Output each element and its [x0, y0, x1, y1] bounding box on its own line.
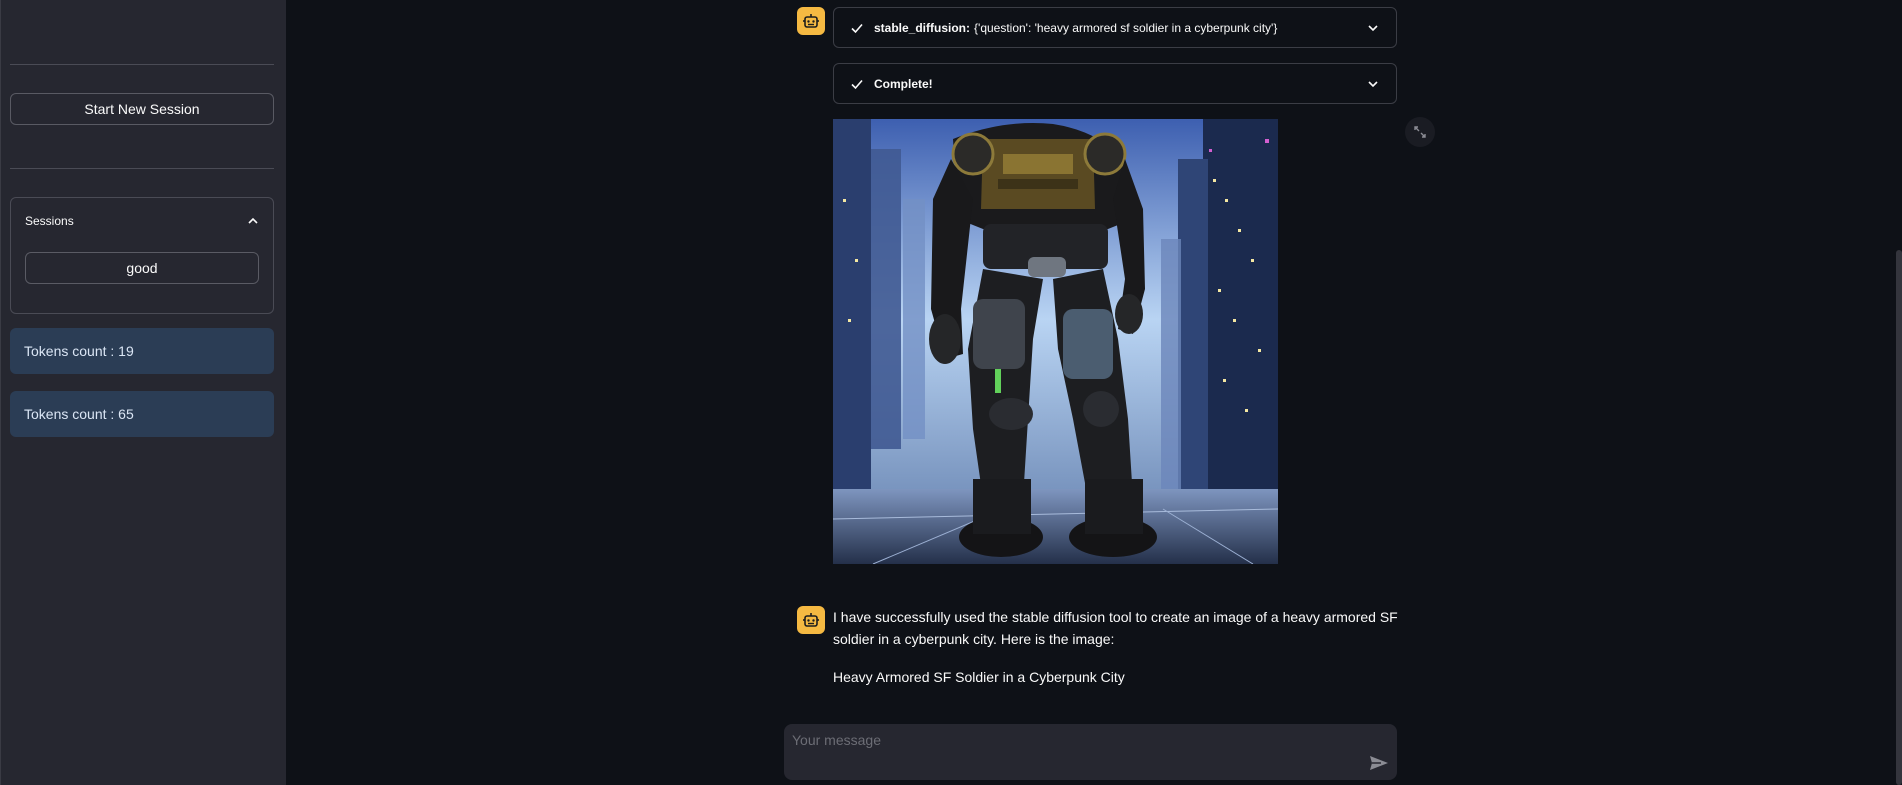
start-new-session-button[interactable]: Start New Session [10, 93, 274, 125]
session-item[interactable]: good [25, 252, 259, 284]
check-icon [851, 79, 863, 89]
robot-icon [803, 14, 819, 28]
robot-icon [803, 613, 819, 627]
scrollbar[interactable] [1896, 250, 1902, 785]
robot-avatar [797, 606, 825, 634]
chevron-down-icon [1368, 80, 1378, 87]
tool-call-expander[interactable]: stable_diffusion: {'question': 'heavy ar… [833, 7, 1397, 48]
fullscreen-icon [1414, 126, 1426, 138]
check-icon [851, 23, 863, 33]
robot-avatar [797, 7, 825, 35]
sidebar-divider [10, 168, 274, 169]
cyberpunk-soldier-image [833, 119, 1278, 564]
sessions-header[interactable]: Sessions [25, 211, 259, 231]
chevron-up-icon [248, 217, 258, 224]
status-label: Complete! [874, 76, 933, 91]
chat-input-container [784, 724, 1397, 780]
sessions-expander: Sessions good [10, 197, 274, 314]
token-count-box: Tokens count : 19 [10, 328, 274, 374]
token-count-box: Tokens count : 65 [10, 391, 274, 437]
fullscreen-button[interactable] [1405, 117, 1435, 147]
message-input[interactable] [784, 724, 1344, 780]
sidebar-divider [10, 64, 274, 65]
chevron-down-icon [1368, 24, 1378, 31]
send-icon[interactable] [1369, 754, 1389, 772]
status-expander[interactable]: Complete! [833, 63, 1397, 104]
tool-name: stable_diffusion: [874, 20, 971, 35]
assistant-response: I have successfully used the stable diff… [833, 609, 1398, 647]
sessions-title: Sessions [25, 214, 74, 228]
generated-image [833, 119, 1278, 564]
tool-args: {'question': 'heavy armored sf soldier i… [974, 20, 1278, 35]
image-caption: Heavy Armored SF Soldier in a Cyberpunk … [833, 669, 1125, 685]
sidebar: Start New Session Sessions good Tokens c… [0, 0, 286, 785]
assistant-message: I have successfully used the stable diff… [833, 606, 1399, 688]
